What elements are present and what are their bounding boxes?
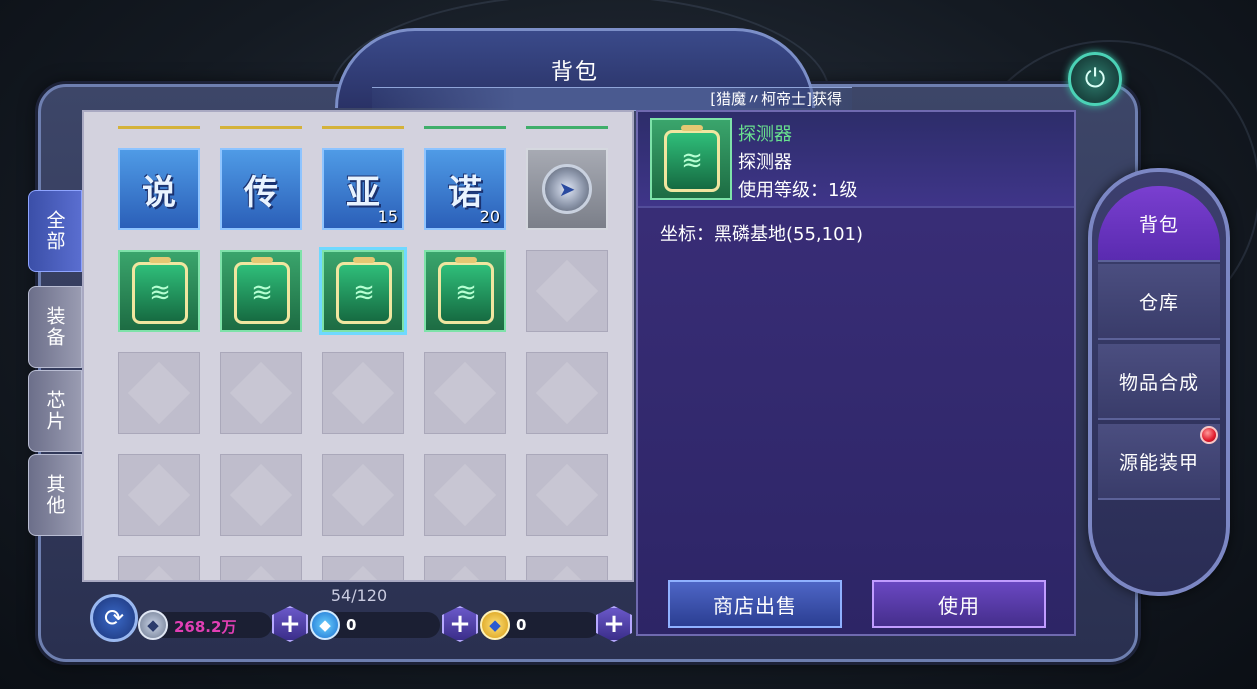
inventory-slot-compass[interactable]: ➤ — [526, 148, 608, 230]
inventory-slot-card[interactable]: 亚 15 — [322, 148, 404, 230]
sort-refresh-button[interactable]: ⟳ — [90, 594, 138, 642]
inventory-slot-empty[interactable] — [526, 556, 608, 580]
inventory-slot-detector[interactable]: ≋ — [322, 250, 404, 332]
add-gold-button[interactable]: + — [272, 606, 308, 642]
inventory-slot-empty[interactable] — [118, 556, 200, 580]
gold-diamond-value: 0 — [516, 616, 527, 634]
capacity-counter: 54/120 — [330, 586, 388, 605]
tab-chip[interactable]: 芯片 — [28, 370, 82, 452]
item-level: 使用等级：1级 — [738, 180, 858, 201]
inventory-slot-empty[interactable] — [220, 352, 302, 434]
window-title: 背包 — [550, 60, 599, 85]
blue-diamond-value: 0 — [346, 616, 357, 634]
use-button[interactable]: 使用 — [872, 580, 1046, 628]
item-detail-header: ≋ 探测器 探测器 使用等级：1级 — [638, 112, 1074, 208]
add-gold-diamond-button[interactable]: + — [596, 606, 632, 642]
blue-diamond-icon: ◆ — [310, 610, 340, 640]
tab-other[interactable]: 其他 — [28, 454, 82, 536]
inventory-slot-empty[interactable] — [526, 250, 608, 332]
inventory-slot-empty[interactable] — [118, 454, 200, 536]
inventory-slot-empty[interactable] — [526, 454, 608, 536]
compass-icon: ➤ — [542, 164, 592, 214]
tab-equipment[interactable]: 装备 — [28, 286, 82, 368]
inventory-slot-empty[interactable] — [526, 352, 608, 434]
inventory-slot-empty[interactable] — [424, 556, 506, 580]
inventory-slot-empty[interactable] — [220, 454, 302, 536]
card-glyph: 传 — [244, 172, 278, 213]
card-glyph: 诺 — [448, 172, 482, 213]
gold-diamond-icon: ◆ — [480, 610, 510, 640]
item-count: 20 — [479, 207, 500, 226]
item-name: 探测器 — [738, 152, 792, 173]
add-blue-diamond-button[interactable]: + — [442, 606, 478, 642]
item-count: 15 — [377, 207, 398, 226]
rarity-line — [118, 126, 200, 129]
coin-icon: ◆ — [138, 610, 168, 640]
category-tabs: 全部 装备 芯片 其他 — [28, 190, 82, 570]
rarity-line — [526, 126, 608, 129]
sell-button[interactable]: 商店出售 — [668, 580, 842, 628]
news-ticker: [猎魔〃柯帝士]获得 — [372, 87, 852, 111]
rarity-line — [322, 126, 404, 129]
inventory-slot-empty[interactable] — [424, 352, 506, 434]
side-menu: 背包 仓库 物品合成 源能装甲 — [1088, 168, 1230, 596]
inventory-slot-detector[interactable]: ≋ — [424, 250, 506, 332]
item-coordinates: 坐标：黑磷基地(55,101) — [660, 224, 864, 245]
detector-icon: ≋ — [234, 257, 290, 324]
rarity-line — [220, 126, 302, 129]
detector-icon: ≋ — [438, 257, 494, 324]
inventory-slot-empty[interactable] — [118, 352, 200, 434]
item-detail-panel: ≋ 探测器 探测器 使用等级：1级 坐标：黑磷基地(55,101) 商店出售 使… — [636, 110, 1076, 636]
inventory-slot-detector[interactable]: ≋ — [118, 250, 200, 332]
detector-icon: ≋ — [132, 257, 188, 324]
menu-item-synthesis[interactable]: 物品合成 — [1098, 344, 1220, 420]
inventory-slot-empty[interactable] — [322, 352, 404, 434]
inventory-slot-card[interactable]: 诺 20 — [424, 148, 506, 230]
notification-dot — [1200, 426, 1218, 444]
detector-icon: ≋ — [664, 125, 720, 192]
rarity-line — [424, 126, 506, 129]
card-glyph: 说 — [142, 172, 176, 213]
inventory-slot-card[interactable]: 说 — [118, 148, 200, 230]
currency-bar: 54/120 ⟳ ◆ 268.2万 + ◆ 0 + ◆ 0 + — [84, 582, 636, 646]
menu-item-warehouse[interactable]: 仓库 — [1098, 264, 1220, 340]
inventory-slot-empty[interactable] — [220, 556, 302, 580]
card-glyph: 亚 — [346, 172, 380, 213]
tab-all[interactable]: 全部 — [28, 190, 82, 272]
gold-value: 268.2万 — [174, 618, 237, 636]
inventory-slot-empty[interactable] — [424, 454, 506, 536]
inventory-slot-empty[interactable] — [322, 556, 404, 580]
selected-item-icon: ≋ — [650, 118, 732, 200]
inventory-slot-card[interactable]: 传 — [220, 148, 302, 230]
item-name-colored: 探测器 — [738, 124, 792, 145]
inventory-slot-detector[interactable]: ≋ — [220, 250, 302, 332]
power-icon[interactable]: ⏻ — [1068, 52, 1122, 106]
inventory-slot-empty[interactable] — [322, 454, 404, 536]
menu-item-bag[interactable]: 背包 — [1098, 186, 1220, 262]
inventory-grid: 说传亚 15 诺 20 ➤ ≋ ≋ ≋ ≋ — [82, 110, 634, 582]
detector-icon: ≋ — [336, 257, 392, 324]
